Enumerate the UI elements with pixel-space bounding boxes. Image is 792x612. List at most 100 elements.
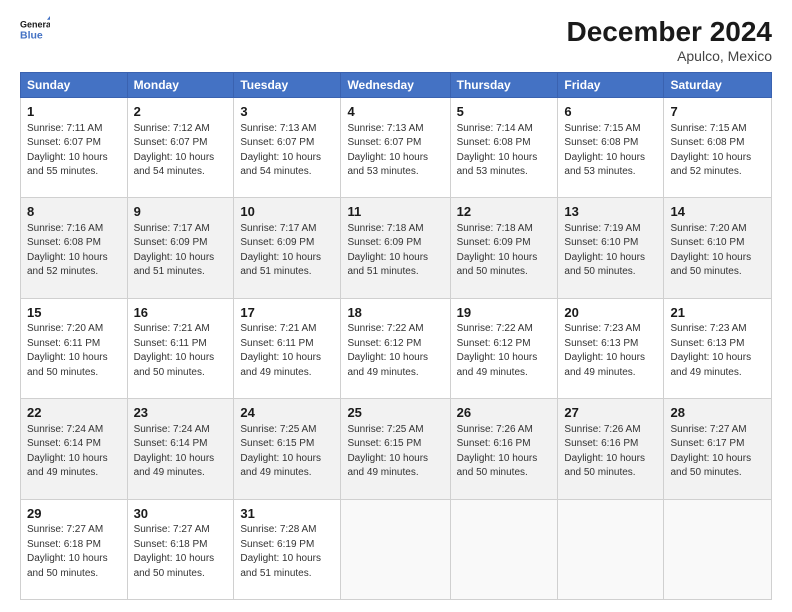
calendar-cell: 15Sunrise: 7:20 AMSunset: 6:11 PMDayligh… <box>21 298 128 398</box>
day-number: 4 <box>347 103 443 121</box>
day-info: Sunrise: 7:22 AMSunset: 6:12 PMDaylight:… <box>347 323 428 378</box>
col-saturday: Saturday <box>664 73 772 98</box>
day-info: Sunrise: 7:19 AMSunset: 6:10 PMDaylight:… <box>564 223 645 278</box>
svg-text:Blue: Blue <box>20 30 43 42</box>
calendar-cell: 24Sunrise: 7:25 AMSunset: 6:15 PMDayligh… <box>234 399 341 499</box>
day-info: Sunrise: 7:12 AMSunset: 6:07 PMDaylight:… <box>134 123 215 178</box>
day-number: 31 <box>240 505 334 523</box>
calendar-cell: 7 Sunrise: 7:15 AMSunset: 6:08 PMDaylight… <box>664 98 772 198</box>
calendar-week-row: 29Sunrise: 7:27 AMSunset: 6:18 PMDayligh… <box>21 499 772 599</box>
day-info: Sunrise: 7:18 AMSunset: 6:09 PMDaylight:… <box>457 223 538 278</box>
calendar-cell: 18Sunrise: 7:22 AMSunset: 6:12 PMDayligh… <box>341 298 450 398</box>
day-info: Sunrise: 7:11 AMSunset: 6:07 PMDaylight:… <box>27 123 108 178</box>
col-sunday: Sunday <box>21 73 128 98</box>
day-number: 10 <box>240 203 334 221</box>
day-info: Sunrise: 7:27 AMSunset: 6:17 PMDaylight:… <box>670 424 751 479</box>
day-info: Sunrise: 7:20 AMSunset: 6:10 PMDaylight:… <box>670 223 751 278</box>
day-number: 25 <box>347 404 443 422</box>
day-number: 14 <box>670 203 765 221</box>
calendar-cell: 13 Sunrise: 7:19 AMSunset: 6:10 PMDayligh… <box>558 198 664 298</box>
calendar-cell: 23 Sunrise: 7:24 AMSunset: 6:14 PMDayligh… <box>127 399 234 499</box>
calendar-cell: 28 Sunrise: 7:27 AMSunset: 6:17 PMDayligh… <box>664 399 772 499</box>
day-info: Sunrise: 7:23 AMSunset: 6:13 PMDaylight:… <box>564 323 645 378</box>
day-info: Sunrise: 7:26 AMSunset: 6:16 PMDaylight:… <box>457 424 538 479</box>
day-info: Sunrise: 7:14 AMSunset: 6:08 PMDaylight:… <box>457 123 538 178</box>
calendar-cell: 16Sunrise: 7:21 AMSunset: 6:11 PMDayligh… <box>127 298 234 398</box>
title-block: December 2024 Apulco, Mexico <box>567 16 772 64</box>
day-info: Sunrise: 7:18 AMSunset: 6:09 PMDaylight:… <box>347 223 428 278</box>
main-title: December 2024 <box>567 16 772 48</box>
day-number: 30 <box>134 505 228 523</box>
day-info: Sunrise: 7:13 AMSunset: 6:07 PMDaylight:… <box>347 123 428 178</box>
col-wednesday: Wednesday <box>341 73 450 98</box>
calendar-cell: 30Sunrise: 7:27 AMSunset: 6:18 PMDayligh… <box>127 499 234 599</box>
day-number: 12 <box>457 203 552 221</box>
calendar-cell: 26 Sunrise: 7:26 AMSunset: 6:16 PMDayligh… <box>450 399 558 499</box>
day-number: 17 <box>240 304 334 322</box>
calendar-cell: 3Sunrise: 7:13 AMSunset: 6:07 PMDaylight… <box>234 98 341 198</box>
logo: General Blue <box>20 16 50 46</box>
col-friday: Friday <box>558 73 664 98</box>
calendar-cell <box>341 499 450 599</box>
calendar-cell: 14 Sunrise: 7:20 AMSunset: 6:10 PMDayligh… <box>664 198 772 298</box>
day-number: 13 <box>564 203 657 221</box>
calendar-cell: 1 Sunrise: 7:11 AMSunset: 6:07 PMDaylight… <box>21 98 128 198</box>
day-info: Sunrise: 7:25 AMSunset: 6:15 PMDaylight:… <box>347 424 428 479</box>
subtitle: Apulco, Mexico <box>567 48 772 64</box>
calendar-cell: 12 Sunrise: 7:18 AMSunset: 6:09 PMDayligh… <box>450 198 558 298</box>
calendar-cell: 17Sunrise: 7:21 AMSunset: 6:11 PMDayligh… <box>234 298 341 398</box>
day-number: 11 <box>347 203 443 221</box>
day-number: 2 <box>134 103 228 121</box>
col-thursday: Thursday <box>450 73 558 98</box>
calendar-cell: 25 Sunrise: 7:25 AMSunset: 6:15 PMDayligh… <box>341 399 450 499</box>
calendar-cell: 29Sunrise: 7:27 AMSunset: 6:18 PMDayligh… <box>21 499 128 599</box>
calendar-cell: 22 Sunrise: 7:24 AMSunset: 6:14 PMDayligh… <box>21 399 128 499</box>
day-number: 26 <box>457 404 552 422</box>
day-info: Sunrise: 7:24 AMSunset: 6:14 PMDaylight:… <box>134 424 215 479</box>
day-info: Sunrise: 7:26 AMSunset: 6:16 PMDaylight:… <box>564 424 645 479</box>
calendar-cell: 6 Sunrise: 7:15 AMSunset: 6:08 PMDaylight… <box>558 98 664 198</box>
day-number: 27 <box>564 404 657 422</box>
day-number: 28 <box>670 404 765 422</box>
day-number: 19 <box>457 304 552 322</box>
day-info: Sunrise: 7:15 AMSunset: 6:08 PMDaylight:… <box>670 123 751 178</box>
day-info: Sunrise: 7:27 AMSunset: 6:18 PMDaylight:… <box>27 524 108 579</box>
calendar-week-row: 22 Sunrise: 7:24 AMSunset: 6:14 PMDayligh… <box>21 399 772 499</box>
calendar-cell: 11 Sunrise: 7:18 AMSunset: 6:09 PMDayligh… <box>341 198 450 298</box>
day-info: Sunrise: 7:17 AMSunset: 6:09 PMDaylight:… <box>134 223 215 278</box>
calendar-cell: 4 Sunrise: 7:13 AMSunset: 6:07 PMDaylight… <box>341 98 450 198</box>
calendar-cell: 10Sunrise: 7:17 AMSunset: 6:09 PMDayligh… <box>234 198 341 298</box>
day-info: Sunrise: 7:21 AMSunset: 6:11 PMDaylight:… <box>240 323 321 378</box>
page: General Blue December 2024 Apulco, Mexic… <box>0 0 792 612</box>
calendar-cell: 9 Sunrise: 7:17 AMSunset: 6:09 PMDaylight… <box>127 198 234 298</box>
day-number: 21 <box>670 304 765 322</box>
day-info: Sunrise: 7:15 AMSunset: 6:08 PMDaylight:… <box>564 123 645 178</box>
calendar-table: Sunday Monday Tuesday Wednesday Thursday… <box>20 72 772 600</box>
day-number: 9 <box>134 203 228 221</box>
day-number: 1 <box>27 103 121 121</box>
day-info: Sunrise: 7:16 AMSunset: 6:08 PMDaylight:… <box>27 223 108 278</box>
calendar-cell: 21Sunrise: 7:23 AMSunset: 6:13 PMDayligh… <box>664 298 772 398</box>
day-info: Sunrise: 7:24 AMSunset: 6:14 PMDaylight:… <box>27 424 108 479</box>
day-number: 23 <box>134 404 228 422</box>
calendar-week-row: 8 Sunrise: 7:16 AMSunset: 6:08 PMDaylight… <box>21 198 772 298</box>
day-info: Sunrise: 7:22 AMSunset: 6:12 PMDaylight:… <box>457 323 538 378</box>
svg-text:General: General <box>20 19 50 29</box>
calendar-week-row: 15Sunrise: 7:20 AMSunset: 6:11 PMDayligh… <box>21 298 772 398</box>
day-number: 20 <box>564 304 657 322</box>
day-info: Sunrise: 7:23 AMSunset: 6:13 PMDaylight:… <box>670 323 751 378</box>
day-number: 6 <box>564 103 657 121</box>
day-number: 7 <box>670 103 765 121</box>
day-number: 16 <box>134 304 228 322</box>
col-tuesday: Tuesday <box>234 73 341 98</box>
day-number: 3 <box>240 103 334 121</box>
day-number: 8 <box>27 203 121 221</box>
day-number: 22 <box>27 404 121 422</box>
day-info: Sunrise: 7:20 AMSunset: 6:11 PMDaylight:… <box>27 323 108 378</box>
calendar-cell: 5Sunrise: 7:14 AMSunset: 6:08 PMDaylight… <box>450 98 558 198</box>
calendar-header-row: Sunday Monday Tuesday Wednesday Thursday… <box>21 73 772 98</box>
calendar-cell: 31Sunrise: 7:28 AMSunset: 6:19 PMDayligh… <box>234 499 341 599</box>
calendar-cell: 2 Sunrise: 7:12 AMSunset: 6:07 PMDaylight… <box>127 98 234 198</box>
day-info: Sunrise: 7:21 AMSunset: 6:11 PMDaylight:… <box>134 323 215 378</box>
day-info: Sunrise: 7:28 AMSunset: 6:19 PMDaylight:… <box>240 524 321 579</box>
